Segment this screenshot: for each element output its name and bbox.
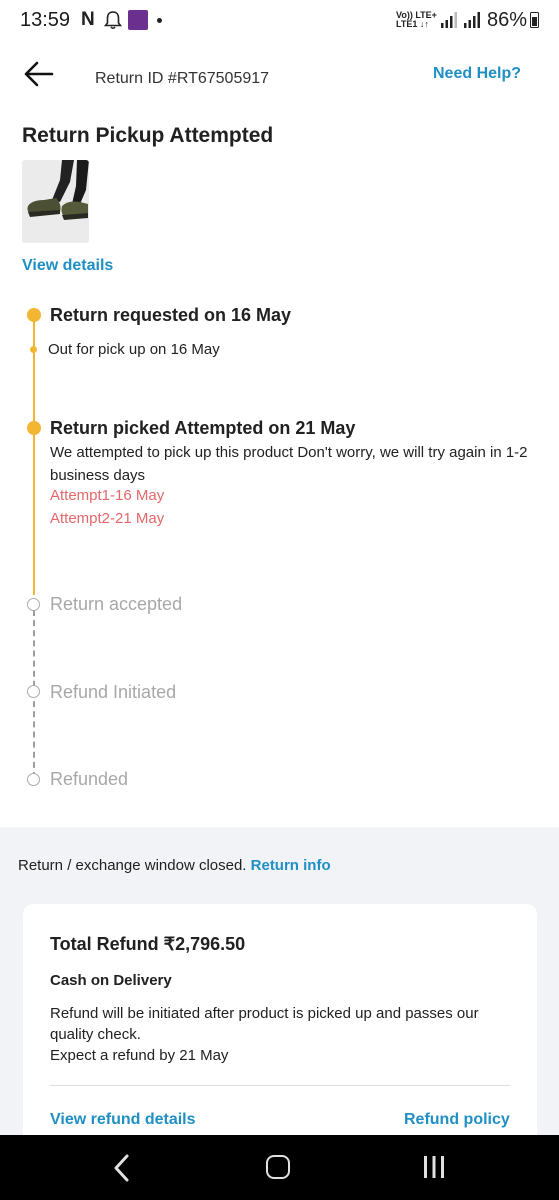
- timeline-dot-completed: [27, 308, 41, 322]
- refund-note-line: Refund will be initiated after product i…: [50, 1005, 479, 1043]
- signal-icon: [441, 12, 457, 28]
- return-window-text: Return / exchange window closed.: [18, 857, 247, 874]
- total-refund: Total Refund ₹2,796.50: [50, 934, 246, 954]
- timeline-dot-pending: [27, 773, 40, 786]
- product-image[interactable]: [22, 160, 89, 243]
- more-notifications-dot-icon: [157, 18, 162, 23]
- attempt-2: Attempt2-21 May: [50, 510, 165, 527]
- page-title: Return Pickup Attempted: [22, 124, 274, 147]
- refund-card: Total Refund ₹2,796.50 Cash on Delivery …: [23, 904, 537, 1144]
- timeline-progress-line: [33, 313, 35, 595]
- timeline-step-requested: Return requested on 16 May: [50, 305, 292, 325]
- return-id: Return ID #RT67505917: [95, 70, 270, 87]
- return-window-notice: Return / exchange window closed. Return …: [18, 857, 331, 874]
- n-notification-icon: N: [81, 9, 95, 30]
- timeline-dot-pending: [27, 685, 40, 698]
- refund-expected-date: Expect a refund by 21 May: [50, 1047, 229, 1064]
- timeline-dot-completed: [27, 421, 41, 435]
- volte-indicator: Vo)) LTE+ LTE1 ↓↑: [396, 11, 437, 29]
- timeline-step-attempted: Return picked Attempted on 21 May: [50, 418, 356, 438]
- nav-recents-icon[interactable]: [422, 1155, 446, 1179]
- timeline-dot-pending: [27, 598, 40, 611]
- bell-icon: [104, 11, 122, 30]
- status-bar: 13:59 N Vo)) LTE+ LTE1 ↓↑ 86%: [0, 0, 559, 42]
- view-details-link[interactable]: View details: [22, 257, 113, 275]
- signal-icon: [464, 12, 480, 28]
- timeline-step-accepted: Return accepted: [50, 594, 183, 614]
- refund-note: Refund will be initiated after product i…: [50, 1003, 520, 1066]
- timeline-step-refunded: Refunded: [50, 769, 129, 789]
- shoe-image: [22, 160, 89, 243]
- divider: [50, 1085, 510, 1086]
- return-info-link[interactable]: Return info: [251, 857, 331, 874]
- nav-back-icon[interactable]: [112, 1153, 132, 1183]
- battery-icon: [530, 12, 539, 28]
- refund-policy-link[interactable]: Refund policy: [404, 1111, 510, 1129]
- navigation-bar: [0, 1135, 559, 1200]
- attempt-1: Attempt1-16 May: [50, 487, 165, 504]
- timeline-substep-pickup: Out for pick up on 16 May: [48, 341, 220, 358]
- view-refund-details-link[interactable]: View refund details: [50, 1111, 196, 1129]
- need-help-link[interactable]: Need Help?: [433, 65, 521, 83]
- battery-percent: 86%: [487, 9, 528, 31]
- payment-method: Cash on Delivery: [50, 972, 172, 989]
- timeline-step-refund-initiated: Refund Initiated: [50, 682, 177, 702]
- volte-bottom: LTE1 ↓↑: [396, 19, 429, 29]
- app-notification-icon: [128, 10, 148, 30]
- timeline-dot-substep: [30, 346, 37, 353]
- timeline-attempt-description: We attempted to pick up this product Don…: [50, 444, 528, 484]
- status-time: 13:59: [20, 9, 71, 31]
- nav-home-icon[interactable]: [266, 1155, 290, 1179]
- back-arrow-icon[interactable]: [22, 58, 56, 90]
